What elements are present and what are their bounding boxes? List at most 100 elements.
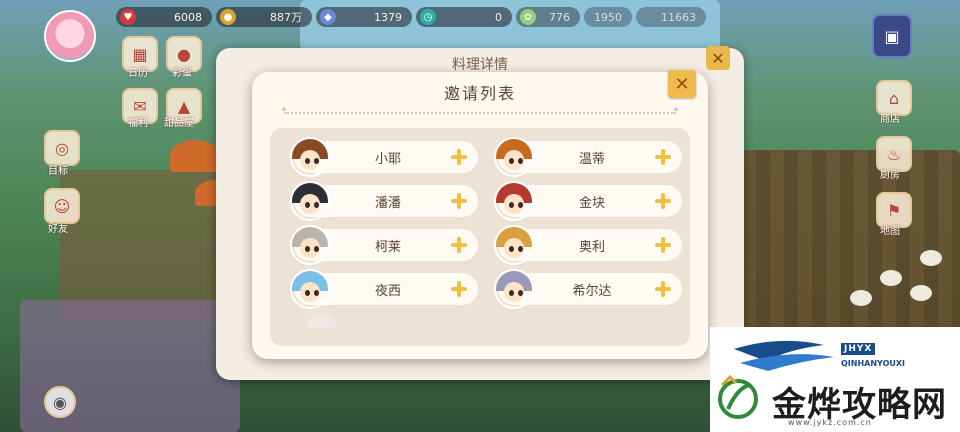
friend-avatar [290,269,330,309]
book-button[interactable]: ▣ [872,14,912,58]
add-invite-button[interactable] [654,192,672,210]
resource-heart[interactable]: ♥ 6008 [116,7,212,27]
camera-button[interactable]: ◉ [44,386,76,418]
calendar-icon: ▦ [132,44,148,64]
resource-value: 776 [549,10,570,24]
pet-icon: ✿ [520,9,536,25]
next-friend-avatar-partial [306,314,336,328]
friend-name: 奥利 [578,239,605,255]
friends-label: 好友 [48,224,68,235]
sheep [920,250,942,266]
goal-button[interactable]: ◎ [44,130,80,166]
goal-label: 目标 [48,166,68,177]
friend-item[interactable]: 夜西 [290,269,478,309]
resource-clock[interactable]: ◷ 0 [416,7,512,27]
chef-hat-icon: ♨ [886,144,902,164]
friend-name: 金块 [578,195,605,211]
resource-gem[interactable]: ◆ 1379 [316,7,412,27]
player-avatar[interactable] [44,10,96,62]
close-button[interactable]: ✕ [668,70,696,98]
add-invite-button[interactable] [450,236,468,254]
avatar-eye [305,245,310,252]
resource-coin[interactable]: ● 887万 [216,7,312,27]
kitchen-label: 厨房 [880,170,900,181]
friend-avatar [494,225,534,265]
friend-avatar [290,181,330,221]
site-watermark: JHYX QINHANYOUXI 金烨攻略网 www.jykz.com.cn [710,327,960,432]
friend-avatar [494,181,534,221]
avatar-eye [518,289,523,296]
add-invite-button[interactable] [654,280,672,298]
add-invite-button[interactable] [450,280,468,298]
egg-icon: ● [177,44,191,64]
resource-bar: ♥ 6008 ● 887万 ◆ 1379 ◷ 0 ✿ 776 1950 11663 [116,6,706,28]
avatar-eye [314,201,319,208]
avatar-eye [314,289,319,296]
avatar-eye [509,245,514,252]
shop-icon: ⌂ [888,88,900,108]
friend-name: 小耶 [374,151,401,167]
add-invite-button[interactable] [450,148,468,166]
resource-value: 6008 [174,10,202,24]
avatar-eye [509,289,514,296]
gift-icon: ✉ [133,96,147,116]
friend-item[interactable]: 金块 [494,181,682,221]
friend-name: 温蒂 [578,151,605,167]
friend-item[interactable]: 小耶 [290,137,478,177]
avatar-eye [314,157,319,164]
avatar-eye [305,289,310,296]
friend-name: 夜西 [374,283,401,299]
add-invite-button[interactable] [654,148,672,166]
sheep [910,285,932,301]
dish-detail-close-button[interactable]: ✕ [706,46,730,70]
resource-pet[interactable]: ✿ 776 [516,7,580,27]
friends-icon: ☺ [53,196,71,216]
map-icon: ⚑ [886,200,902,220]
friend-item[interactable]: 奥利 [494,225,682,265]
watermark-subtitle: QINHANYOUXI [841,359,906,368]
friend-item[interactable]: 温蒂 [494,137,682,177]
sheep [880,270,902,286]
resource-farm[interactable]: 1950 [584,7,632,27]
add-invite-button[interactable] [450,192,468,210]
coin-icon: ● [220,9,236,25]
add-invite-button[interactable] [654,236,672,254]
friend-item[interactable]: 希尔达 [494,269,682,309]
friend-name: 潘潘 [374,195,401,211]
clock-icon: ◷ [420,9,436,25]
avatar-eye [305,201,310,208]
resource-value: 887万 [270,11,302,24]
friend-name: 希尔达 [572,283,612,299]
resource-house[interactable]: 11663 [636,7,706,27]
gem-icon: ◆ [320,9,336,25]
target-icon: ◎ [55,138,69,158]
watermark-tag: JHYX [841,343,876,355]
avatar-eye [518,201,523,208]
avatar-eye [305,157,310,164]
dessert-house-label: 甜品屋 [164,118,194,129]
avatar-eye [518,245,523,252]
camera-icon: ◉ [53,392,67,412]
dialog-title: 邀请列表 [443,84,516,103]
avatar-eye [314,245,319,252]
friends-button[interactable]: ☺ [44,188,80,224]
resource-value: 1379 [374,10,402,24]
map-label: 地图 [880,226,900,237]
close-icon: ✕ [711,48,725,68]
sheep [850,290,872,306]
egg-label: 彩蛋 [172,68,192,79]
resource-value: 1950 [594,10,622,24]
mushroom-decoration [170,140,220,172]
avatar-eye [509,201,514,208]
friend-avatar [290,137,330,177]
shop-label: 商店 [880,114,900,125]
close-icon: ✕ [674,73,690,95]
resource-value: 11663 [661,10,696,24]
friend-item[interactable]: 潘潘 [290,181,478,221]
friend-item[interactable]: 柯莱 [290,225,478,265]
friend-list[interactable]: 小耶 温蒂 潘潘 金块 柯莱 奥利 夜西 希尔达 [270,128,690,346]
resource-value: 0 [495,10,502,24]
friend-avatar [494,137,534,177]
cake-icon: ▲ [177,96,191,116]
avatar-eye [518,157,523,164]
